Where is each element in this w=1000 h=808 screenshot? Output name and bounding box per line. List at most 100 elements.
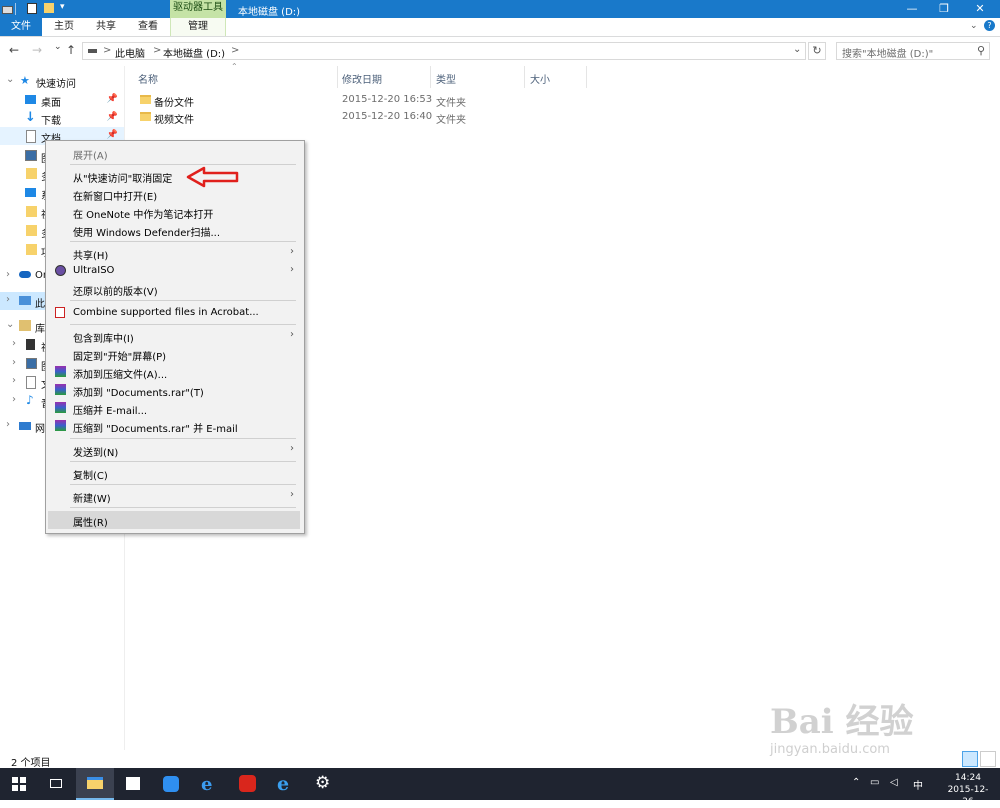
search-input[interactable]: 搜索"本地磁盘 (D:)" ⚲: [836, 42, 990, 60]
menu-item-add-to-documents-rar[interactable]: 添加到 "Documents.rar"(T): [48, 381, 300, 399]
tray-ime-indicator[interactable]: 中: [913, 777, 923, 792]
help-icon[interactable]: ?: [984, 20, 995, 31]
star-icon: ★: [20, 74, 30, 87]
taskbar-app-feather[interactable]: [152, 768, 190, 800]
tray-network-icon[interactable]: ▭: [870, 777, 879, 788]
menu-item-compress-email[interactable]: 压缩并 E-mail...: [48, 399, 300, 417]
chevron-down-icon[interactable]: ⌄: [6, 74, 14, 85]
menu-item-open-in-onenote[interactable]: 在 OneNote 中作为笔记本打开: [48, 203, 300, 221]
drive-icon[interactable]: [2, 6, 13, 14]
recent-locations-button[interactable]: ⌄: [54, 42, 62, 52]
menu-item-send-to[interactable]: 发送到(N) ›: [48, 441, 300, 459]
menu-item-restore-versions[interactable]: 还原以前的版本(V): [48, 280, 300, 298]
large-icons-view-button[interactable]: [980, 751, 996, 767]
menu-separator: [70, 461, 296, 462]
ribbon-tabs: 文件 主页 共享 查看 管理 ⌄ ?: [0, 18, 1000, 37]
breadcrumb-local-disk-d[interactable]: 本地磁盘 (D:): [163, 45, 225, 60]
taskbar-settings[interactable]: ⚙: [304, 768, 342, 800]
chevron-right-icon[interactable]: ›: [6, 419, 10, 430]
chevron-right-icon[interactable]: ›: [12, 357, 16, 368]
taskbar-internet-explorer[interactable]: e: [266, 768, 304, 800]
back-button[interactable]: ←: [9, 43, 19, 57]
properties-check-icon[interactable]: [27, 3, 37, 14]
nav-network-label: 网: [35, 424, 45, 435]
file-row[interactable]: 视频文件 2015-12-20 16:40 文件夹: [126, 109, 626, 126]
chevron-down-icon[interactable]: ⌄: [6, 319, 14, 330]
nav-quick-access[interactable]: ⌄ ★ 快速访问: [0, 72, 124, 90]
pictures-icon: [25, 150, 37, 161]
chevron-right-icon[interactable]: ›: [12, 375, 16, 386]
menu-item-include-in-library[interactable]: 包含到库中(I) ›: [48, 327, 300, 345]
column-headers: ⌃ 名称 修改日期 类型 大小: [126, 62, 1000, 88]
minimize-button[interactable]: —: [896, 0, 928, 18]
menu-item-unpin-quick-access[interactable]: 从"快速访问"取消固定: [48, 167, 300, 185]
folder-icon: [140, 95, 151, 104]
column-divider[interactable]: [430, 66, 431, 88]
close-button[interactable]: ✕: [960, 0, 1000, 18]
menu-item-add-to-archive[interactable]: 添加到压缩文件(A)...: [48, 363, 300, 381]
folder-icon: [26, 168, 37, 179]
taskbar-netease-music[interactable]: [228, 768, 266, 800]
menu-item-copy[interactable]: 复制(C): [48, 464, 300, 482]
menu-item-label: 共享(H): [73, 251, 109, 262]
refresh-button[interactable]: ↻: [808, 42, 826, 60]
tab-share[interactable]: 共享: [86, 18, 126, 36]
column-modified[interactable]: 修改日期: [342, 71, 382, 86]
menu-item-compress-documents-rar-email[interactable]: 压缩到 "Documents.rar" 并 E-mail: [48, 417, 300, 435]
edge-icon: e: [201, 774, 213, 795]
nav-item-label: 桌面: [41, 98, 61, 109]
menu-item-ultraiso[interactable]: UltraISO ›: [48, 262, 300, 280]
tab-manage[interactable]: 管理: [170, 18, 226, 36]
chevron-right-icon[interactable]: ›: [12, 338, 16, 349]
address-dropdown-icon[interactable]: ⌄: [793, 44, 801, 55]
address-bar[interactable]: > 此电脑 > 本地磁盘 (D:) > ⌄: [82, 42, 806, 60]
menu-item-properties[interactable]: 属性(R): [48, 511, 300, 529]
taskbar-store[interactable]: [114, 768, 152, 800]
tab-home[interactable]: 主页: [44, 18, 84, 36]
menu-item-expand[interactable]: 展开(A): [48, 144, 300, 162]
nav-item-desktop[interactable]: 桌面 📌: [0, 91, 124, 109]
up-button[interactable]: ↑: [66, 43, 76, 57]
file-row[interactable]: 备份文件 2015-12-20 16:53 文件夹: [126, 92, 626, 109]
desktop-icon: [25, 95, 36, 104]
tray-volume-icon[interactable]: ◁: [890, 777, 898, 788]
maximize-button[interactable]: ❐: [928, 0, 960, 18]
watermark-logo: Bai 经验: [770, 702, 914, 742]
column-name[interactable]: 名称: [138, 71, 158, 86]
start-button[interactable]: [0, 768, 38, 800]
tab-file[interactable]: 文件: [0, 18, 42, 36]
new-folder-icon[interactable]: [44, 3, 54, 13]
taskbar-clock[interactable]: 14:24 2015-12-26: [946, 772, 990, 808]
taskbar-edge[interactable]: e: [190, 768, 228, 800]
video-library-icon: [26, 339, 35, 350]
forward-button[interactable]: →: [32, 43, 42, 57]
tray-chevron-icon[interactable]: ⌃: [852, 777, 860, 788]
menu-item-label: 固定到"开始"屏幕(P): [73, 352, 167, 363]
menu-item-acrobat-combine[interactable]: Combine supported files in Acrobat...: [48, 304, 300, 322]
qat-dropdown-icon[interactable]: ▾: [60, 2, 65, 12]
menu-item-open-new-window[interactable]: 在新窗口中打开(E): [48, 185, 300, 203]
column-divider[interactable]: [337, 66, 338, 88]
breadcrumb-this-pc[interactable]: 此电脑: [115, 45, 145, 60]
chevron-right-icon[interactable]: ›: [6, 269, 10, 280]
menu-item-share[interactable]: 共享(H) ›: [48, 244, 300, 262]
details-view-button[interactable]: [962, 751, 978, 767]
taskbar-file-explorer[interactable]: [76, 768, 114, 800]
menu-separator: [70, 300, 296, 301]
column-divider[interactable]: [586, 66, 587, 88]
column-size[interactable]: 大小: [530, 71, 550, 86]
ribbon-expand-icon[interactable]: ⌄: [970, 21, 978, 31]
menu-item-defender-scan[interactable]: 使用 Windows Defender扫描...: [48, 221, 300, 239]
menu-item-pin-to-start[interactable]: 固定到"开始"屏幕(P): [48, 345, 300, 363]
menu-item-new[interactable]: 新建(W) ›: [48, 487, 300, 505]
column-type[interactable]: 类型: [436, 71, 456, 86]
chevron-right-icon[interactable]: ›: [12, 394, 16, 405]
tab-view[interactable]: 查看: [128, 18, 168, 36]
nav-item-downloads[interactable]: ↓ 下载 📌: [0, 109, 124, 127]
submenu-arrow-icon: ›: [290, 246, 294, 257]
task-view-button[interactable]: [38, 768, 76, 800]
computer-icon: [19, 296, 31, 305]
windows-icon: [12, 777, 26, 791]
chevron-right-icon[interactable]: ›: [6, 294, 10, 305]
column-divider[interactable]: [524, 66, 525, 88]
